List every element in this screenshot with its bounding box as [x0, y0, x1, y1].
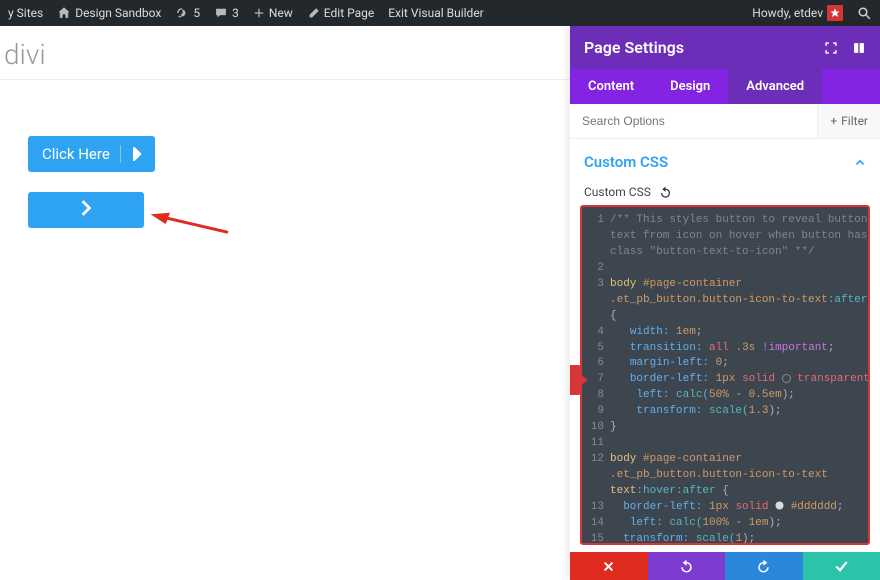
chevron-right-icon — [121, 147, 143, 161]
chevron-up-icon — [854, 156, 866, 168]
adminbar-new[interactable]: New — [253, 6, 293, 20]
tab-design[interactable]: Design — [652, 69, 728, 104]
settings-panel: Page Settings Content Design Advanced + … — [570, 26, 880, 580]
plus-icon: + — [830, 114, 837, 128]
howdy-label: Howdy, etdev — [752, 6, 823, 20]
filter-button[interactable]: + Filter — [817, 104, 880, 138]
section-custom-css-header[interactable]: Custom CSS — [570, 139, 880, 177]
panel-tabs: Content Design Advanced — [570, 69, 880, 104]
expand-icon[interactable] — [852, 41, 866, 55]
mysites-label: y Sites — [8, 6, 43, 20]
redo-icon — [756, 559, 771, 574]
cancel-button[interactable] — [570, 552, 648, 580]
button-icon-only[interactable] — [28, 192, 144, 228]
undo-button[interactable] — [648, 552, 726, 580]
code-editor-wrap: 1 1/** This styles button to reveal butt… — [580, 205, 870, 545]
panel-title: Page Settings — [584, 38, 684, 57]
css-field-label: Custom CSS — [584, 185, 651, 199]
focus-icon[interactable] — [824, 41, 838, 55]
redo-button[interactable] — [725, 552, 803, 580]
adminbar-edit[interactable]: Edit Page — [307, 6, 374, 20]
pencil-icon — [307, 7, 320, 20]
wp-admin-bar: y Sites Design Sandbox 5 3 New Edit Page… — [0, 0, 880, 26]
panel-header: Page Settings — [570, 26, 880, 69]
buttons-area: Click Here — [0, 80, 570, 248]
adminbar-exit-vb[interactable]: Exit Visual Builder — [388, 6, 484, 20]
check-icon — [834, 559, 849, 574]
adminbar-mysites[interactable]: y Sites — [8, 6, 43, 20]
page-title: divi — [0, 38, 570, 71]
filter-label: Filter — [841, 114, 868, 128]
section-title: Custom CSS — [584, 153, 668, 171]
undo-icon — [679, 559, 694, 574]
updates-count: 5 — [193, 6, 200, 20]
sitename-label: Design Sandbox — [75, 6, 161, 20]
tab-advanced[interactable]: Advanced — [728, 69, 822, 104]
page-canvas: divi Click Here — [0, 26, 570, 580]
adminbar-comments[interactable]: 3 — [214, 6, 239, 20]
button-click-here-label: Click Here — [42, 145, 121, 163]
exit-label: Exit Visual Builder — [388, 6, 484, 20]
adminbar-sitename[interactable]: Design Sandbox — [57, 6, 161, 20]
adminbar-search[interactable] — [857, 6, 872, 21]
close-icon — [602, 560, 615, 573]
css-code-editor[interactable]: 1/** This styles button to reveal button… — [580, 205, 870, 545]
avatar-badge — [827, 5, 843, 21]
reset-icon[interactable] — [659, 186, 672, 199]
tab-content[interactable]: Content — [570, 69, 652, 104]
star-icon — [830, 8, 840, 18]
adminbar-howdy[interactable]: Howdy, etdev — [752, 5, 843, 21]
adminbar-updates[interactable]: 5 — [175, 6, 200, 20]
new-label: New — [269, 6, 293, 20]
comment-icon — [214, 6, 228, 20]
page-title-area: divi — [0, 26, 570, 80]
css-field-label-row: Custom CSS — [570, 177, 880, 205]
home-icon — [57, 6, 71, 20]
refresh-icon — [175, 6, 189, 20]
panel-body: Custom CSS Custom CSS 1 1/** This styles… — [570, 139, 880, 552]
chevron-right-icon — [79, 200, 93, 220]
comments-count: 3 — [232, 6, 239, 20]
button-click-here[interactable]: Click Here — [28, 136, 155, 172]
edit-label: Edit Page — [324, 6, 374, 20]
search-icon — [857, 6, 872, 21]
callout-badge: 1 — [570, 365, 582, 395]
search-input[interactable] — [570, 104, 817, 138]
panel-search-row: + Filter — [570, 104, 880, 139]
save-button[interactable] — [803, 552, 880, 580]
plus-icon — [253, 7, 265, 19]
panel-footer — [570, 552, 880, 580]
